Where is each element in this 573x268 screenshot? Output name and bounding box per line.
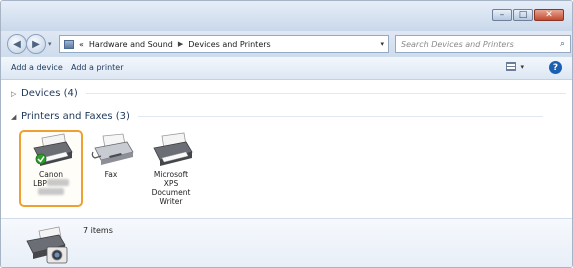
details-pane: 7 items — [1, 218, 572, 267]
printer-name-line2: LBP — [21, 179, 81, 188]
view-dropdown-icon[interactable]: ▾ — [520, 63, 524, 71]
devices-and-printers-icon — [21, 223, 71, 267]
minimize-button[interactable]: – — [492, 9, 512, 21]
printer-name-line3: Document — [151, 188, 191, 197]
add-device-button[interactable]: Add a device — [11, 63, 63, 72]
help-icon[interactable]: ? — [549, 61, 562, 74]
breadcrumb-overflow[interactable]: « — [79, 40, 84, 49]
minimize-icon: – — [499, 10, 505, 20]
printer-item-fax[interactable]: Fax — [81, 132, 141, 179]
printer-item-canon[interactable]: Canon LBP — [19, 130, 83, 207]
search-placeholder: Search Devices and Printers — [401, 39, 514, 49]
close-button[interactable]: ✕ — [534, 9, 564, 21]
printer-name-line1: Microsoft — [153, 170, 189, 179]
navigation-bar: ◀ ▶ ▾ « Hardware and Sound ▶ Devices and… — [1, 31, 572, 57]
breadcrumb-separator-icon[interactable]: ▶ — [178, 40, 183, 48]
default-printer-check-icon — [35, 153, 47, 165]
explorer-window: – □ ✕ ◀ ▶ ▾ « Hardware and Sound ▶ Devic… — [0, 0, 573, 268]
redacted-model — [38, 188, 64, 195]
printer-name-line4: Writer — [159, 197, 183, 206]
close-icon: ✕ — [545, 10, 553, 20]
back-button[interactable]: ◀ — [7, 34, 27, 54]
breadcrumb-hardware-and-sound[interactable]: Hardware and Sound — [89, 40, 173, 49]
item-count: 7 items — [83, 226, 113, 235]
group-devices-label: Devices (4) — [21, 88, 78, 99]
expand-arrow-icon[interactable]: ▷ — [11, 90, 21, 98]
control-panel-icon — [64, 39, 74, 49]
fax-icon — [81, 132, 141, 170]
address-bar[interactable]: « Hardware and Sound ▶ Devices and Print… — [59, 35, 389, 53]
printer-item-xps-writer[interactable]: Microsoft XPS Document Writer — [141, 132, 201, 206]
group-divider — [85, 93, 566, 94]
recent-pages-dropdown-icon[interactable]: ▾ — [48, 40, 52, 48]
printer-name-line1: Canon — [39, 170, 63, 179]
collapse-arrow-icon[interactable]: ◢ — [11, 113, 21, 121]
forward-button[interactable]: ▶ — [26, 34, 46, 54]
breadcrumb-devices-and-printers[interactable]: Devices and Printers — [188, 40, 270, 49]
address-dropdown-icon[interactable]: ▾ — [380, 40, 384, 48]
forward-arrow-icon: ▶ — [32, 38, 40, 50]
add-printer-button[interactable]: Add a printer — [71, 63, 123, 72]
change-view-button[interactable]: ▾ — [506, 62, 524, 71]
group-devices[interactable]: ▷ Devices (4) — [11, 88, 566, 99]
printer-icon — [21, 132, 81, 170]
printer-name-line2: XPS — [163, 179, 179, 188]
command-bar: Add a device Add a printer ▾ ? — [1, 57, 572, 80]
printer-name-line1: Fax — [104, 170, 118, 179]
window-controls: – □ ✕ — [491, 9, 564, 21]
back-arrow-icon: ◀ — [13, 38, 21, 50]
maximize-button[interactable]: □ — [513, 9, 533, 21]
group-printers-and-faxes[interactable]: ◢ Printers and Faxes (3) — [11, 111, 543, 122]
redacted-model — [46, 179, 69, 186]
view-options-icon — [506, 62, 517, 71]
group-printers-label: Printers and Faxes (3) — [21, 111, 130, 122]
search-box[interactable]: Search Devices and Printers ⌕ — [395, 35, 571, 53]
printer-name-line3 — [21, 188, 81, 197]
printer-icon — [141, 132, 201, 170]
maximize-icon: □ — [518, 10, 528, 20]
title-bar: – □ ✕ — [1, 1, 572, 31]
group-divider — [137, 116, 543, 117]
search-icon[interactable]: ⌕ — [560, 39, 565, 49]
